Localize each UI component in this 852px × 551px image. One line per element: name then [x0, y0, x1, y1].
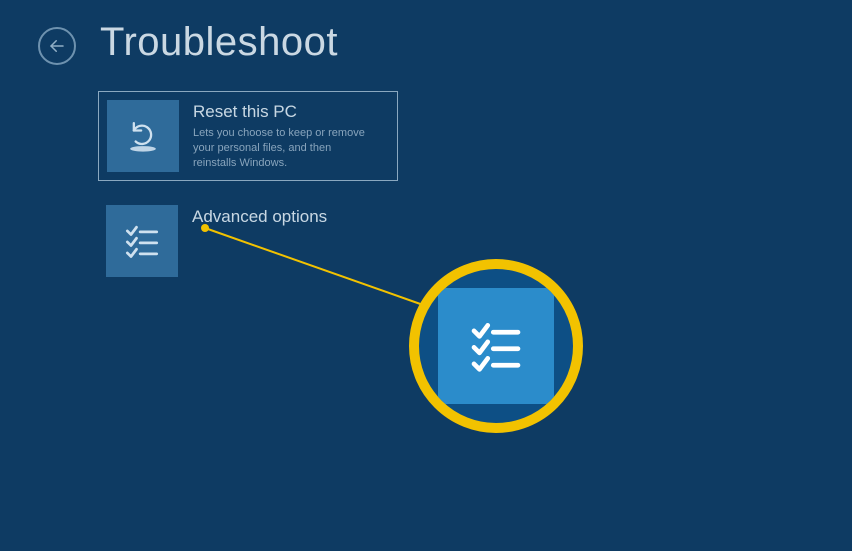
tile-description: Lets you choose to keep or remove your p…	[193, 126, 373, 171]
tile-text: Advanced options	[192, 205, 327, 231]
arrow-left-icon	[48, 37, 66, 55]
back-button[interactable]	[38, 27, 76, 65]
annotation-magnifier	[409, 259, 583, 433]
tile-title: Reset this PC	[193, 102, 373, 122]
header: Troubleshoot	[0, 0, 852, 65]
tile-text: Reset this PC Lets you choose to keep or…	[193, 100, 373, 171]
tile-reset-this-pc[interactable]: Reset this PC Lets you choose to keep or…	[98, 91, 398, 181]
tile-advanced-options[interactable]: Advanced options	[98, 197, 398, 285]
reset-icon	[107, 100, 179, 172]
page-title: Troubleshoot	[100, 20, 338, 65]
tile-title: Advanced options	[192, 207, 327, 227]
checklist-icon-large	[438, 288, 554, 404]
checklist-icon	[106, 205, 178, 277]
tile-list: Reset this PC Lets you choose to keep or…	[98, 91, 398, 285]
